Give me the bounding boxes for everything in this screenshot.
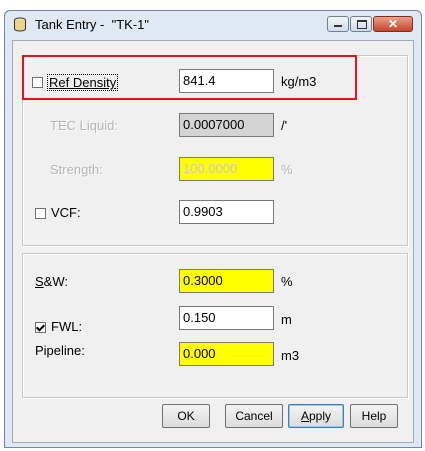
tec-liquid-unit: /' (281, 118, 288, 133)
maximize-button[interactable] (350, 16, 372, 32)
highlight-box (22, 55, 357, 100)
strength-label: Strength: (50, 162, 103, 177)
ok-button[interactable]: OK (162, 404, 210, 428)
tec-liquid-label: TEC Liquid: (50, 118, 118, 133)
tec-liquid-field: 0.0007000 (179, 113, 274, 137)
fwl-input[interactable]: 0.150 (179, 306, 274, 330)
sw-label-accel: S (35, 274, 44, 289)
window-title: Tank Entry - "TK-1" (35, 17, 149, 32)
minimize-icon (334, 25, 342, 27)
fwl-unit: m (281, 312, 292, 327)
sw-label: S&W: (35, 274, 68, 289)
apply-button[interactable]: Apply (288, 404, 344, 428)
maximize-icon (357, 20, 367, 29)
strength-field: 100.0000 (179, 157, 274, 181)
sw-unit: % (281, 274, 293, 289)
strength-unit: % (281, 162, 293, 177)
pipeline-input[interactable]: 0.000 (179, 342, 274, 366)
fwl-label: FWL: (51, 319, 83, 334)
vcf-label: VCF: (51, 205, 81, 220)
vcf-checkbox[interactable] (35, 208, 46, 219)
tank-icon (13, 17, 27, 35)
vcf-input[interactable]: 0.9903 (179, 200, 274, 224)
minimize-button[interactable] (327, 16, 349, 32)
pipeline-unit: m3 (281, 348, 300, 363)
fwl-checkbox[interactable] (35, 322, 46, 333)
cancel-button[interactable]: Cancel (225, 404, 283, 428)
title-bar[interactable]: Tank Entry - "TK-1" ✕ (5, 11, 421, 37)
pipeline-label: Pipeline: (35, 343, 85, 358)
close-icon: ✕ (388, 17, 399, 31)
dialog-body: Ref Density 841.4 kg/m3 TEC Liquid: 0.00… (12, 40, 414, 443)
apply-accel: A (300, 409, 309, 423)
help-button[interactable]: Help (350, 404, 398, 428)
apply-rest: pply (309, 409, 332, 423)
sw-label-rest: &W: (43, 274, 68, 289)
sw-input[interactable]: 0.3000 (179, 269, 274, 293)
close-button[interactable]: ✕ (373, 16, 413, 32)
